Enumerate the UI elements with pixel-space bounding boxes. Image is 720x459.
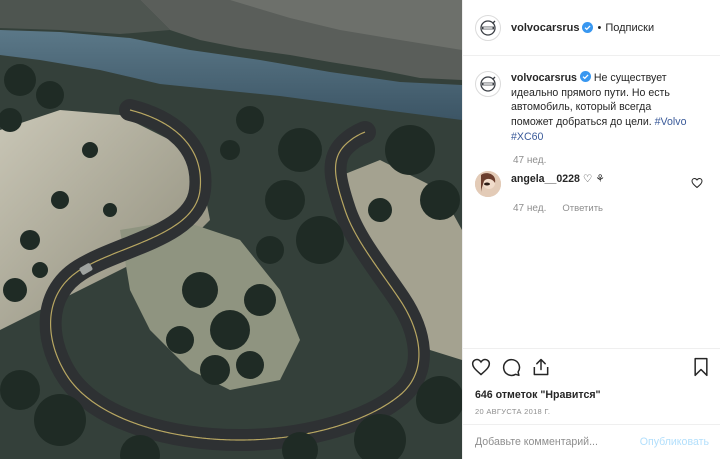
separator: • bbox=[597, 21, 602, 34]
heart-icon[interactable] bbox=[471, 357, 491, 377]
comment-text: angela__0228 ♡ ⚘ bbox=[511, 171, 605, 197]
bookmark-icon[interactable] bbox=[691, 357, 711, 377]
action-icons bbox=[471, 355, 713, 379]
caption: volvocarsrus Не существует идеально прям… bbox=[475, 71, 709, 145]
reply-button[interactable]: Ответить bbox=[562, 203, 603, 214]
header-username[interactable]: volvocarsrus bbox=[511, 22, 579, 34]
caption-text: volvocarsrus Не существует идеально прям… bbox=[511, 71, 691, 145]
verified-badge-icon bbox=[582, 22, 594, 33]
post-header: volvocarsrus • Подписки bbox=[463, 0, 720, 56]
avatar[interactable] bbox=[475, 170, 501, 197]
post-date[interactable]: 20 АВГУСТА 2018 Г. bbox=[475, 407, 713, 416]
publish-button[interactable]: Опубликовать bbox=[640, 436, 709, 448]
winding-road-image bbox=[0, 0, 462, 459]
comment-username[interactable]: angela__0228 bbox=[511, 173, 580, 185]
add-comment-bar: Опубликовать bbox=[463, 424, 720, 459]
user-photo-icon bbox=[475, 170, 501, 197]
comment-icon[interactable] bbox=[501, 357, 521, 377]
likes-count[interactable]: 646 отметок "Нравится" bbox=[475, 389, 713, 401]
comments-section: volvocarsrus Не существует идеально прям… bbox=[463, 57, 720, 347]
comment-time[interactable]: 47 нед. bbox=[513, 203, 546, 214]
avatar[interactable] bbox=[475, 71, 501, 97]
following-button[interactable]: Подписки bbox=[605, 22, 654, 34]
caption-username[interactable]: volvocarsrus bbox=[511, 72, 577, 84]
comment-body: ♡ ⚘ bbox=[582, 172, 605, 185]
avatar[interactable] bbox=[475, 14, 501, 41]
comment-item: angela__0228 ♡ ⚘ bbox=[475, 170, 709, 197]
comment-like-icon[interactable] bbox=[691, 177, 703, 189]
volvo-logo-icon bbox=[480, 76, 496, 92]
hashtag-xc60[interactable]: #XC60 bbox=[511, 131, 543, 143]
comment-meta: 47 нед. Ответить bbox=[513, 203, 709, 214]
post-sidebar: volvocarsrus • Подписки volvocarsrus Не … bbox=[462, 0, 720, 459]
share-icon[interactable] bbox=[531, 357, 551, 377]
post-photo[interactable] bbox=[0, 0, 462, 459]
verified-badge-icon bbox=[579, 71, 591, 82]
volvo-logo-icon bbox=[480, 19, 496, 36]
post-actions: 646 отметок "Нравится" 20 АВГУСТА 2018 Г… bbox=[463, 348, 720, 416]
hashtag-volvo[interactable]: #Volvo bbox=[655, 116, 687, 128]
add-comment-input[interactable] bbox=[475, 436, 625, 448]
caption-time[interactable]: 47 нед. bbox=[513, 155, 709, 166]
instagram-post: volvocarsrus • Подписки volvocarsrus Не … bbox=[0, 0, 720, 459]
